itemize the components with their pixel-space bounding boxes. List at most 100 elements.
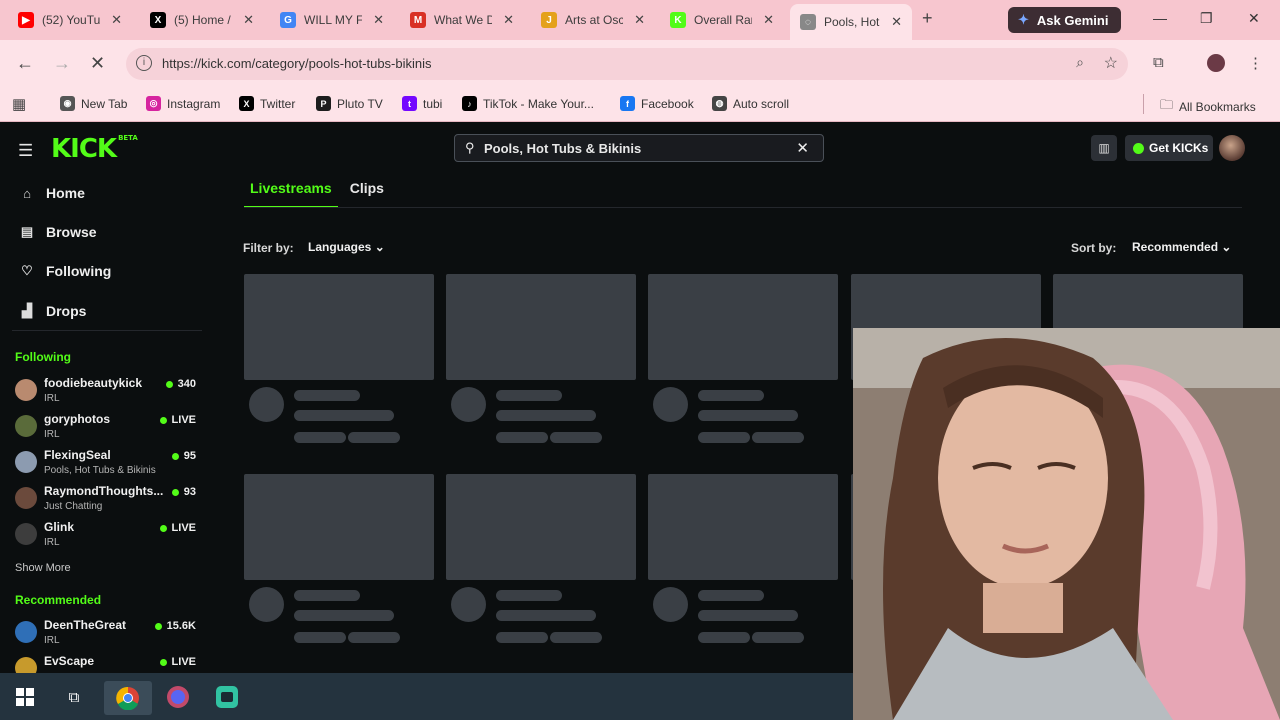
chevron-down-icon: ⌄: [374, 240, 385, 254]
menu-dots-icon[interactable]: ⋮: [1248, 54, 1263, 72]
all-bookmarks-button[interactable]: 🗀 All Bookmarks: [1160, 96, 1256, 118]
browser-tab[interactable]: J Arts at Osceola ✕: [531, 4, 655, 36]
new-tab-button[interactable]: +: [922, 8, 933, 29]
browser-tab[interactable]: ▶ (52) YouTube ✕: [8, 4, 132, 36]
back-arrow-icon[interactable]: ←: [16, 53, 34, 74]
close-window-icon[interactable]: ✕: [1248, 10, 1260, 27]
close-tab-icon[interactable]: ✕: [763, 12, 774, 28]
channel-item[interactable]: goryphotos IRL LIVE: [15, 412, 200, 446]
bookmark-item[interactable]: ◎ Instagram: [146, 96, 220, 111]
apps-grid-icon[interactable]: ▦: [12, 95, 26, 113]
home-icon: ⌂: [23, 185, 31, 201]
address-bar[interactable]: i https://kick.com/category/pools-hot-tu…: [126, 48, 1128, 80]
bookmark-label: Auto scroll: [733, 96, 790, 111]
channel-name: EvScape: [44, 654, 95, 668]
channel-item[interactable]: Glink IRL LIVE: [15, 520, 200, 554]
channel-item[interactable]: DeenTheGreat IRL 15.6K: [15, 618, 200, 652]
sidebar-item-browse[interactable]: ▤ Browse: [19, 224, 97, 240]
sidebar-item-following[interactable]: ♡ Following: [19, 263, 111, 279]
kick-logo[interactable]: KICK BETA: [51, 134, 138, 164]
bookmark-label: Pluto TV: [337, 96, 383, 111]
channel-category: IRL: [44, 537, 60, 548]
close-tab-icon[interactable]: ✕: [634, 12, 645, 28]
browser-tab[interactable]: X (5) Home / X ✕: [140, 4, 264, 36]
bookmark-item[interactable]: P Pluto TV: [316, 96, 383, 111]
channel-item[interactable]: FlexingSeal Pools, Hot Tubs & Bikinis 95: [15, 448, 200, 482]
sort-dropdown[interactable]: Recommended ⌄: [1132, 240, 1231, 254]
bookmark-item[interactable]: ◉ New Tab: [60, 96, 127, 111]
site-info-icon[interactable]: i: [136, 55, 152, 71]
bookmark-item[interactable]: ♪ TikTok - Make Your...: [462, 96, 594, 111]
chrome-taskbar-icon[interactable]: [104, 681, 152, 715]
channel-name: DeenTheGreat: [44, 618, 127, 632]
channel-avatar: [15, 451, 37, 473]
tab-livestreams[interactable]: Livestreams: [244, 180, 338, 208]
sidebar-item-home[interactable]: ⌂ Home: [19, 185, 85, 201]
close-tab-icon[interactable]: ✕: [503, 12, 514, 28]
text-placeholder: [348, 632, 400, 643]
bookmark-item[interactable]: X Twitter: [239, 96, 295, 111]
discord-icon[interactable]: [165, 684, 191, 710]
channel-item[interactable]: foodiebeautykick IRL 340: [15, 376, 200, 410]
forward-arrow-icon[interactable]: →: [53, 53, 71, 74]
close-tab-icon[interactable]: ✕: [243, 12, 254, 28]
show-more-link[interactable]: Show More: [15, 562, 71, 574]
bookmark-star-icon[interactable]: ☆: [1104, 53, 1118, 73]
channel-category: IRL: [44, 429, 60, 440]
clear-search-icon[interactable]: ✕: [796, 139, 809, 157]
channel-name: Glink: [44, 520, 75, 534]
sidebar-item-drops[interactable]: ▟ Drops: [19, 303, 86, 319]
text-placeholder: [294, 410, 394, 421]
gmail-icon: M: [410, 12, 426, 28]
live-dot-icon: [171, 488, 179, 496]
profile-avatar[interactable]: [1207, 54, 1225, 72]
task-view-icon[interactable]: ⧉: [61, 684, 87, 710]
user-avatar[interactable]: [1219, 135, 1245, 161]
text-placeholder: [496, 590, 562, 601]
text-placeholder: [752, 632, 804, 643]
thumbnail-placeholder: [648, 474, 838, 580]
minimize-icon[interactable]: —: [1153, 10, 1167, 26]
extensions-puzzle-icon[interactable]: ⧉: [1153, 54, 1164, 71]
browser-tab[interactable]: ◌ Pools, Hot Tubs ✕: [790, 4, 912, 40]
kicks-coin-icon: [1133, 142, 1144, 154]
tab-clips[interactable]: Clips: [344, 180, 390, 208]
browser-tab[interactable]: M What We Do ✕: [400, 4, 524, 36]
url-text[interactable]: https://kick.com/category/pools-hot-tubs…: [162, 56, 432, 71]
bookmark-item[interactable]: ◍ Auto scroll: [712, 96, 789, 111]
channel-name: goryphotos: [44, 412, 110, 426]
streamlabs-icon[interactable]: [214, 684, 240, 710]
text-placeholder: [550, 432, 602, 443]
browser-tab[interactable]: K Overall Rankings ✕: [660, 4, 784, 36]
layout-toggle-icon[interactable]: ▥: [1091, 135, 1117, 161]
bookmark-item[interactable]: f Facebook: [620, 96, 694, 111]
avatar-placeholder: [653, 387, 688, 422]
channel-item[interactable]: RaymondThoughts... Just Chatting 93: [15, 484, 200, 518]
bookmark-item[interactable]: t tubi: [402, 96, 442, 111]
restore-icon[interactable]: ❐: [1200, 10, 1213, 27]
live-dot-icon: [159, 416, 167, 424]
loading-icon: ◌: [800, 14, 816, 30]
chevron-down-icon: ⌄: [1221, 240, 1232, 254]
thumbnail-placeholder: [446, 474, 636, 580]
live-dot-icon: [159, 524, 167, 532]
live-dot-icon: [165, 380, 173, 388]
get-kicks-button[interactable]: Get KICKs: [1125, 135, 1213, 161]
hamburger-menu-icon[interactable]: ☰: [18, 141, 33, 161]
browser-tab-label: What We Do: [434, 13, 492, 27]
channel-status: 95: [171, 450, 196, 462]
browser-tab[interactable]: G WILL MY FEEL ✕: [270, 4, 394, 36]
search-value[interactable]: Pools, Hot Tubs & Bikinis: [484, 141, 641, 156]
languages-dropdown[interactable]: Languages ⌄: [308, 240, 385, 254]
zoom-icon[interactable]: ⌕: [1076, 54, 1084, 71]
close-tab-icon[interactable]: ✕: [111, 12, 122, 28]
channel-status: LIVE: [159, 656, 196, 668]
category-search-input[interactable]: ⚲ Pools, Hot Tubs & Bikinis ✕: [454, 134, 824, 162]
ask-gemini-button[interactable]: ✦ Ask Gemini: [1008, 7, 1121, 33]
windows-start-icon[interactable]: [12, 684, 38, 710]
stop-loading-icon[interactable]: ✕: [90, 53, 105, 74]
close-tab-icon[interactable]: ✕: [373, 12, 384, 28]
close-tab-icon[interactable]: ✕: [891, 14, 902, 30]
bookmark-label: New Tab: [81, 96, 128, 111]
text-placeholder: [348, 432, 400, 443]
